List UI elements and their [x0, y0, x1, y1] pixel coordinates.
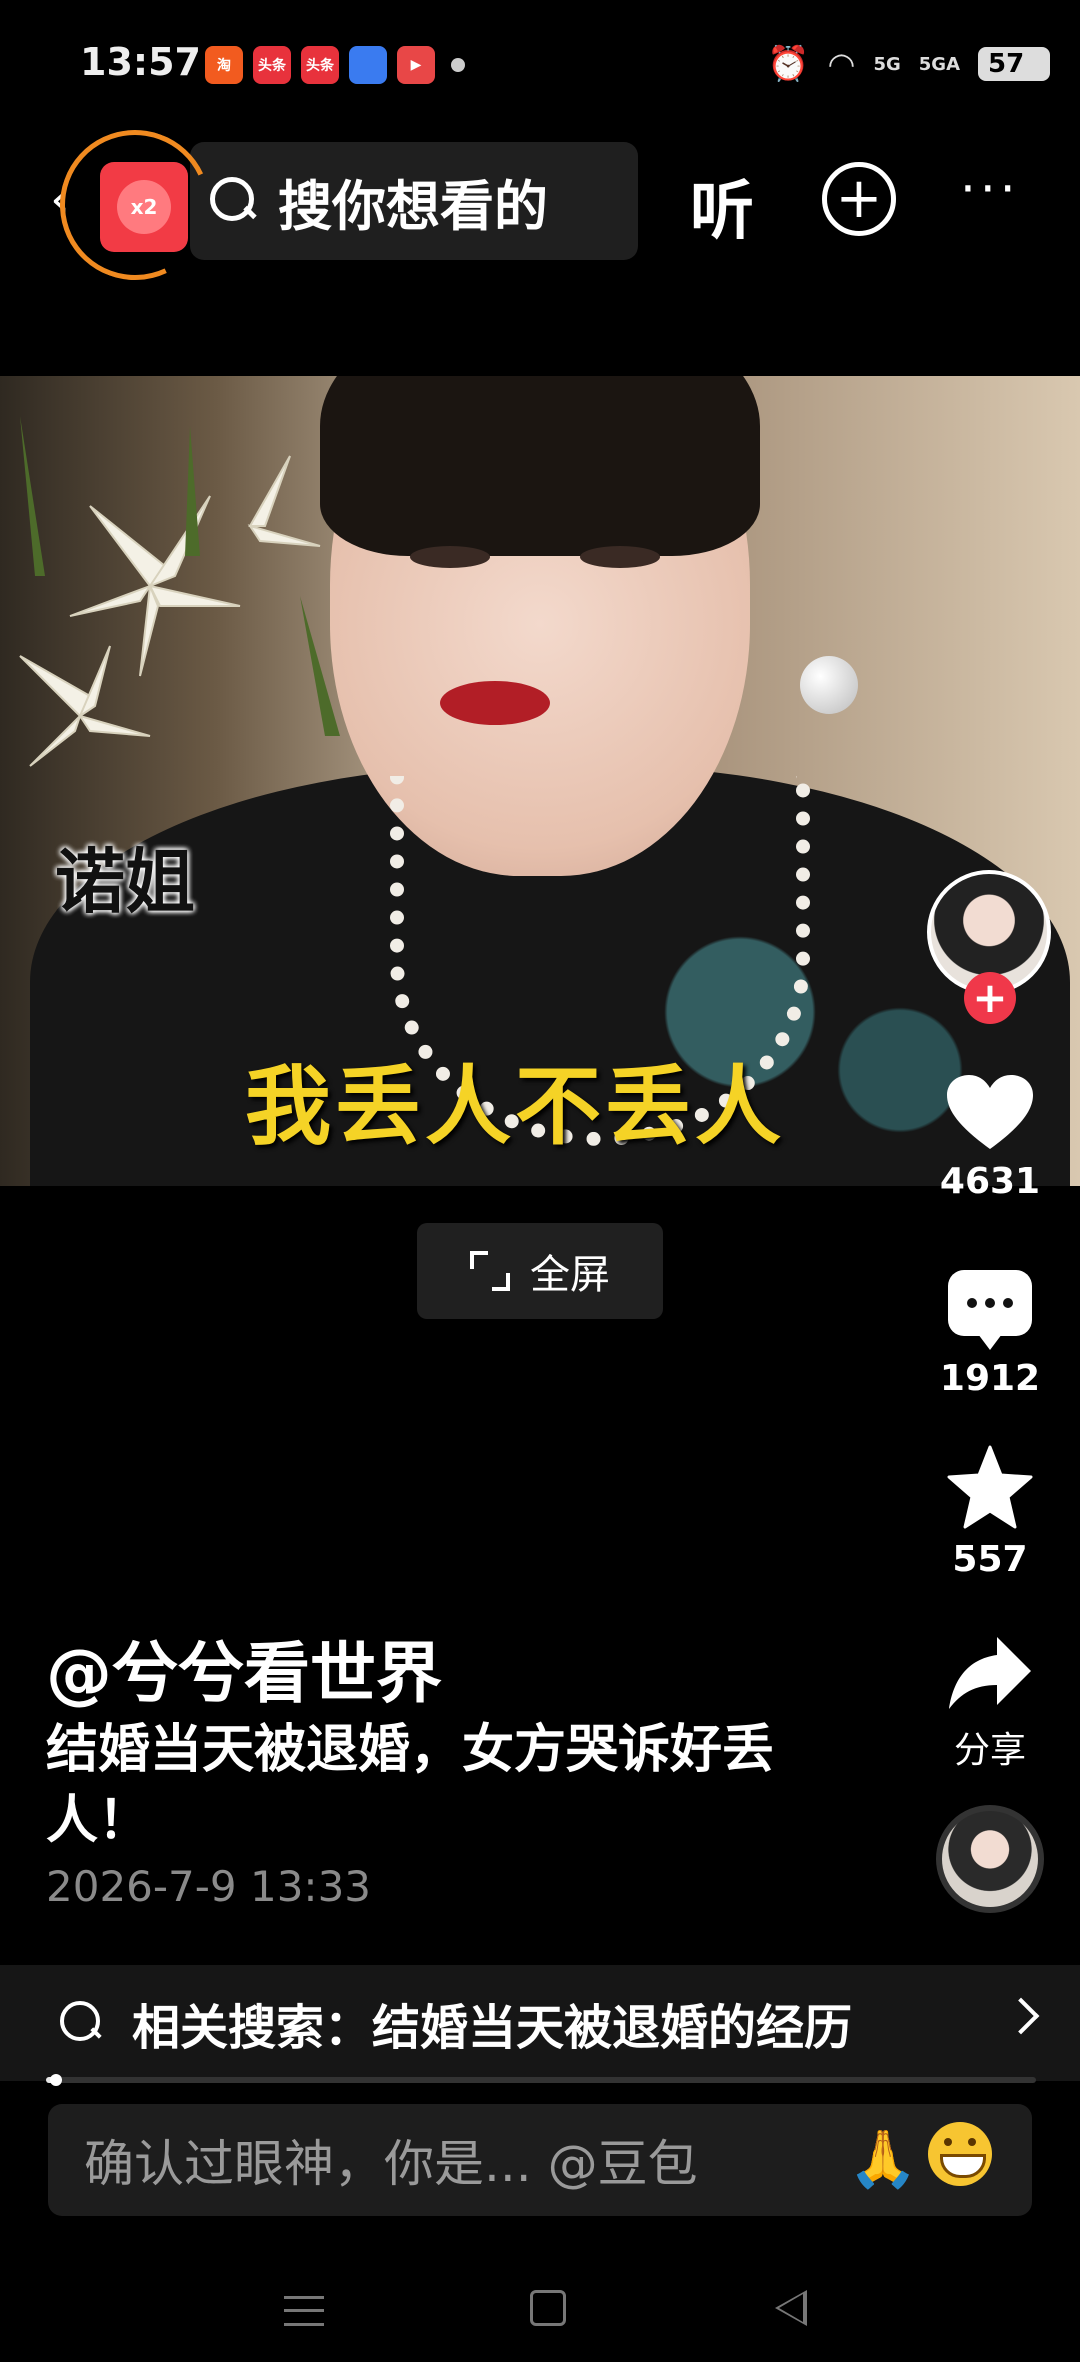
signal-5ga-icon: 5GA: [918, 53, 960, 75]
search-icon: [210, 177, 258, 225]
related-search-text: 相关搜索：结婚当天被退婚的经历: [132, 2000, 853, 2056]
status-bar: 13:57 淘 头条 头条 ▶ ⏰ ◠ 5G 5GA 57: [0, 0, 1080, 130]
search-placeholder: 搜你想看的: [278, 174, 548, 238]
back-nav-icon[interactable]: [775, 2290, 807, 2326]
search-icon: [60, 2001, 104, 2045]
video-watermark: 诺姐: [55, 841, 195, 923]
favorite-count: 557: [952, 1539, 1028, 1580]
browser-icon: [349, 46, 387, 84]
follow-plus-icon[interactable]: +: [964, 972, 1016, 1024]
comment-count: 1912: [939, 1358, 1041, 1399]
heart-icon: [947, 1075, 1033, 1149]
battery-icon: 57: [978, 47, 1050, 81]
notification-icons: 淘 头条 头条 ▶: [205, 46, 465, 84]
lips: [440, 681, 550, 725]
related-search-bar[interactable]: 相关搜索：结婚当天被退婚的经历: [0, 1965, 1080, 2081]
like-count: 4631: [939, 1161, 1041, 1202]
right-eye: [580, 546, 660, 568]
listen-button[interactable]: 听: [690, 160, 754, 252]
search-box[interactable]: 搜你想看的: [190, 142, 638, 260]
share-button[interactable]: 分享: [920, 1635, 1060, 1773]
fullscreen-label: 全屏: [530, 1252, 610, 1298]
video-description: 结婚当天被退婚，女方哭诉好丢人！: [46, 1720, 775, 1851]
left-eye: [410, 546, 490, 568]
playback-progress-bar[interactable]: [46, 2074, 1036, 2086]
taobao-icon: 淘: [205, 46, 243, 84]
expand-icon: [470, 1251, 510, 1291]
comment-icon: [948, 1270, 1032, 1350]
chevron-right-icon: [1002, 1997, 1040, 2035]
more-notifications-dot: [451, 58, 465, 72]
status-indicators: ⏰ ◠ 5G 5GA 57: [767, 44, 1050, 84]
share-label: 分享: [953, 1730, 1026, 1771]
favorite-button[interactable]: 557: [920, 1445, 1060, 1580]
author-name[interactable]: @兮兮看世界: [46, 1620, 442, 1716]
add-icon[interactable]: +: [822, 162, 896, 236]
comment-placeholder: 确认过眼神，你是... @豆包: [84, 2135, 698, 2193]
comment-button[interactable]: 1912: [920, 1270, 1060, 1399]
toutiao-lite-icon: 头条: [301, 46, 339, 84]
fullscreen-button[interactable]: 全屏: [417, 1223, 663, 1319]
pray-emoji-icon[interactable]: 🙏: [848, 2126, 918, 2192]
more-icon[interactable]: ···: [960, 160, 1020, 218]
redpacket-badge: x2: [117, 180, 171, 234]
top-bar: ‹ 搜你想看的 x2 听 + ···: [0, 108, 1080, 302]
playback-scrubber[interactable]: [49, 2074, 62, 2086]
system-nav-bar: [0, 2240, 1080, 2362]
wifi-icon: ◠: [827, 45, 856, 83]
pearl-earring: [800, 656, 858, 714]
status-time: 13:57: [80, 40, 201, 84]
post-date: 2026-7-9 13:33: [46, 1862, 372, 1911]
alarm-icon: ⏰: [767, 44, 810, 84]
music-disc-icon[interactable]: [936, 1805, 1044, 1913]
recent-apps-icon[interactable]: [284, 2296, 324, 2326]
grin-emoji-icon[interactable]: [928, 2122, 992, 2186]
toutiao-icon: 头条: [253, 46, 291, 84]
redpacket-button[interactable]: x2: [100, 162, 188, 252]
share-icon: [949, 1637, 1031, 1709]
video-subtitle: 我丢人不丢人: [245, 1057, 785, 1157]
video-player[interactable]: 诺姐 我丢人不丢人: [0, 376, 1080, 1186]
person-hair: [320, 376, 760, 556]
signal-5g-icon: 5G: [873, 53, 901, 75]
comment-input[interactable]: 确认过眼神，你是... @豆包 🙏: [48, 2104, 1032, 2216]
like-button[interactable]: 4631: [920, 1075, 1060, 1202]
home-icon[interactable]: [530, 2290, 566, 2326]
star-icon: [947, 1445, 1033, 1529]
video-app-icon: ▶: [397, 46, 435, 84]
